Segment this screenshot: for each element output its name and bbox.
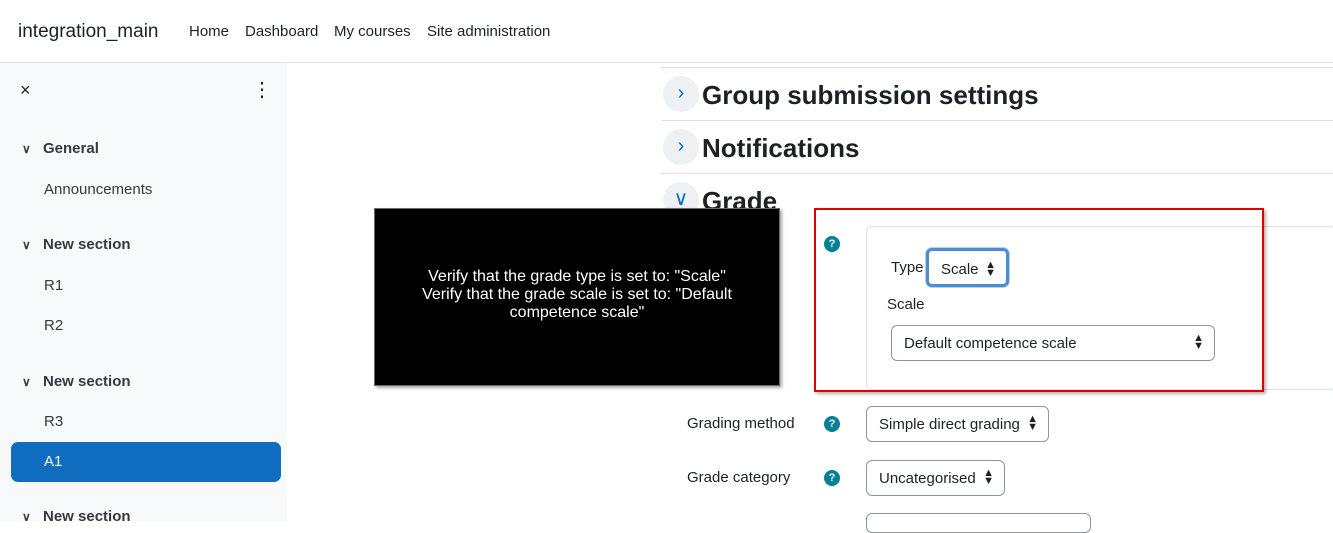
grade-type-select[interactable]: Scale ▲ ▼ bbox=[926, 248, 1009, 287]
course-item-r3[interactable]: R3 bbox=[44, 413, 63, 430]
select-value: Uncategorised bbox=[879, 470, 976, 487]
help-icon[interactable]: ? bbox=[824, 236, 840, 252]
grading-method-label: Grading method bbox=[687, 415, 795, 432]
site-brand[interactable]: integration_main bbox=[18, 21, 158, 43]
course-item-r2[interactable]: R2 bbox=[44, 317, 63, 334]
course-item-a1[interactable]: A1 bbox=[11, 442, 281, 482]
instruction-line-2: Verify that the grade scale is set to: "… bbox=[422, 286, 732, 321]
grade-scale-select[interactable]: Default competence scale ▲ ▼ bbox=[891, 325, 1215, 361]
kebab-menu-icon[interactable]: ⋮ bbox=[252, 77, 272, 102]
course-index-drawer: × ⋮ ∨ General Announcements ∨ New section … bbox=[0, 63, 287, 521]
nav-home[interactable]: Home bbox=[189, 23, 229, 40]
chevron-down-icon: ∨ bbox=[22, 510, 31, 521]
help-icon[interactable]: ? bbox=[824, 416, 840, 432]
section-general[interactable]: ∨ General bbox=[22, 140, 99, 157]
section-heading[interactable]: Group submission settings bbox=[702, 80, 1039, 111]
chevron-right-icon[interactable]: › bbox=[663, 129, 699, 165]
chevron-down-icon: ∨ bbox=[22, 238, 31, 252]
section-title: New section bbox=[43, 373, 131, 390]
section-new-2[interactable]: ∨ New section bbox=[22, 373, 131, 390]
section-notifications: › Notifications bbox=[661, 120, 1333, 173]
nav-dashboard[interactable]: Dashboard bbox=[245, 23, 318, 40]
nav-my-courses[interactable]: My courses bbox=[334, 23, 411, 40]
top-navbar: integration_main Home Dashboard My cours… bbox=[0, 0, 1333, 63]
type-label: Type bbox=[891, 259, 924, 276]
grade-fieldset: Type Scale ▲ ▼ Scale Default competence s… bbox=[866, 226, 1333, 390]
section-group-submission: › Group submission settings bbox=[661, 67, 1333, 120]
sort-caret-icon: ▲ ▼ bbox=[985, 259, 996, 279]
section-title: New section bbox=[43, 236, 131, 253]
instruction-line-1: Verify that the grade type is set to: "S… bbox=[428, 268, 726, 285]
course-item-announcements[interactable]: Announcements bbox=[44, 181, 152, 198]
grade-category-select[interactable]: Uncategorised ▲ ▼ bbox=[866, 460, 1005, 496]
nav-site-administration[interactable]: Site administration bbox=[427, 23, 550, 40]
chevron-down-icon: ∨ bbox=[22, 375, 31, 389]
course-item-r1[interactable]: R1 bbox=[44, 277, 63, 294]
chevron-right-icon[interactable]: › bbox=[663, 76, 699, 112]
chevron-down-icon: ∨ bbox=[22, 142, 31, 156]
instruction-overlay: Verify that the grade type is set to: "S… bbox=[374, 208, 780, 386]
sort-caret-icon: ▲ ▼ bbox=[983, 467, 994, 487]
section-title: New section bbox=[43, 508, 131, 521]
scale-label: Scale bbox=[887, 296, 925, 313]
sort-caret-icon: ▲ ▼ bbox=[1027, 413, 1038, 433]
section-new-3[interactable]: ∨ New section bbox=[22, 508, 131, 521]
next-field-select[interactable] bbox=[866, 513, 1091, 533]
close-icon[interactable]: × bbox=[20, 80, 31, 101]
section-new-1[interactable]: ∨ New section bbox=[22, 236, 131, 253]
section-heading[interactable]: Notifications bbox=[702, 133, 859, 164]
select-value: Scale bbox=[941, 261, 979, 278]
select-value: Simple direct grading bbox=[879, 416, 1020, 433]
sort-caret-icon: ▲ ▼ bbox=[1193, 332, 1204, 352]
grading-method-select[interactable]: Simple direct grading ▲ ▼ bbox=[866, 406, 1049, 442]
grade-category-label: Grade category bbox=[687, 469, 791, 486]
select-value: Default competence scale bbox=[904, 335, 1077, 352]
section-title: General bbox=[43, 140, 99, 157]
help-icon[interactable]: ? bbox=[824, 470, 840, 486]
